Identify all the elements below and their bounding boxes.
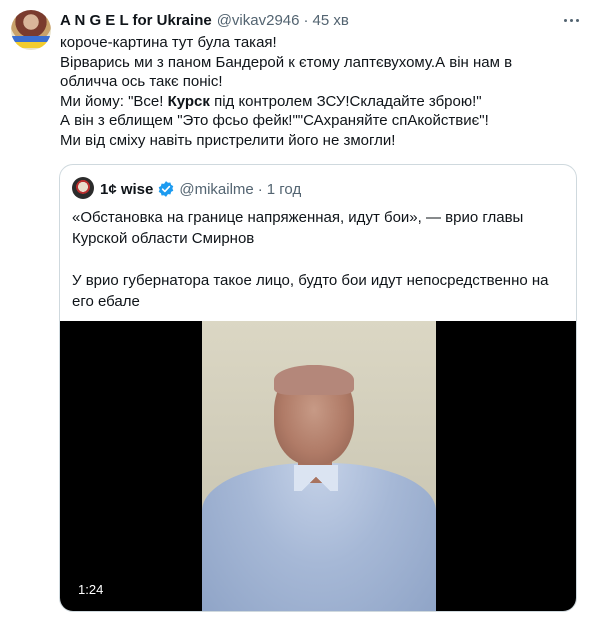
- video-person-head: [274, 365, 354, 465]
- tweet[interactable]: A N G E L for Ukraine @vikav2946 · 45 хв…: [0, 0, 594, 620]
- more-horizontal-icon-dot: [575, 18, 579, 22]
- verified-badge-icon: [159, 181, 174, 197]
- video-person-hair: [274, 365, 354, 395]
- separator-dot: ·: [257, 180, 263, 198]
- separator-dot: ·: [303, 12, 309, 29]
- author-avatar[interactable]: [11, 10, 51, 50]
- quoted-tweet-text: «Обстановка на границе напряженная, идут…: [72, 207, 566, 312]
- tweet-text-fragment: під контролем ЗСУ!Складайте зброю!": [209, 92, 482, 110]
- more-horizontal-icon: [563, 18, 567, 22]
- author-handle[interactable]: @vikav2946: [217, 12, 300, 29]
- quoted-tweet-timestamp: 1 год: [266, 180, 302, 198]
- tweet-text: короче-картина тут була такая! Вірварись…: [60, 33, 580, 150]
- tweet-text-line: Ми йому: "Все! Курск під контролем ЗСУ!С…: [60, 92, 580, 112]
- quoted-tweet-header: 1¢ wise @mikailme · 1 год: [100, 180, 301, 198]
- quoted-text-line: У врио губернатора такое лицо, будто бои…: [72, 272, 549, 289]
- video-player[interactable]: 1:24: [60, 321, 576, 611]
- quoted-text-line: его ебале: [72, 293, 140, 310]
- video-frame: [202, 321, 436, 611]
- tweet-text-line: обличча ось такє поніс!: [60, 73, 223, 90]
- more-options-button[interactable]: [560, 10, 582, 30]
- quoted-tweet[interactable]: 1¢ wise @mikailme · 1 год «Обстановка на…: [59, 164, 577, 612]
- quoted-text-line: Курской области Смирнов: [72, 230, 255, 247]
- more-horizontal-icon-dot: [569, 18, 573, 22]
- quoted-author-avatar: [72, 177, 94, 199]
- author-name[interactable]: A N G E L for Ukraine: [60, 12, 212, 29]
- tweet-text-fragment: Ми йому: "Все!: [60, 92, 168, 110]
- tweet-text-line: короче-картина тут була такая!: [60, 34, 277, 51]
- tweet-text-line: Ми від сміху навіть пристрелити його не …: [60, 131, 396, 149]
- video-person-collar: [294, 465, 338, 491]
- tweet-header: A N G E L for Ukraine @vikav2946 · 45 хв: [60, 12, 349, 30]
- video-duration: 1:24: [78, 582, 104, 597]
- quoted-text-line: «Обстановка на границе напряженная, идут…: [72, 209, 524, 226]
- tweet-text-line: А він з еблищем "Это фсьо фейк!""САхраня…: [60, 112, 489, 129]
- quoted-author-name: 1¢ wise: [100, 180, 154, 198]
- tweet-text-line: Вірварись ми з паном Бандерой к єтому ла…: [60, 53, 513, 71]
- tweet-timestamp[interactable]: 45 хв: [312, 12, 348, 29]
- tweet-text-bold: Курск: [167, 92, 210, 110]
- avatar-flag-yellow: [11, 42, 51, 48]
- quoted-author-handle: @mikailme: [179, 180, 254, 198]
